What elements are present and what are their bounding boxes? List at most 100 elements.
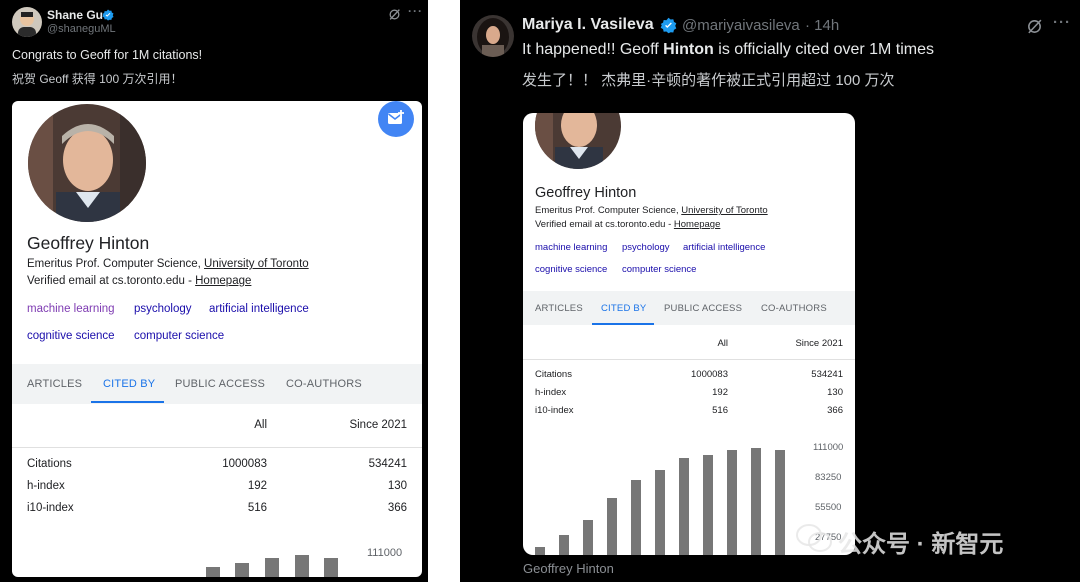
chart-bar <box>206 567 220 577</box>
topic-machine-learning[interactable]: machine learning <box>27 303 115 315</box>
row-h-index-all: 192 <box>712 387 728 398</box>
chart-bar <box>775 450 785 555</box>
more-options-icon[interactable]: ··· <box>408 4 423 18</box>
active-tab-indicator <box>91 401 164 403</box>
verified-email: Verified email at cs.toronto.edu - Homep… <box>535 219 720 230</box>
table-divider <box>12 447 422 448</box>
homepage-link[interactable]: Homepage <box>674 219 720 230</box>
chart-bar <box>607 498 617 555</box>
row-label-citations: Citations <box>27 458 72 470</box>
topic-machine-learning[interactable]: machine learning <box>535 242 607 253</box>
tab-cited-by[interactable]: CITED BY <box>601 303 646 314</box>
more-options-icon[interactable]: ··· <box>1053 14 1071 31</box>
row-h-index-all: 192 <box>247 480 267 492</box>
author-handle[interactable]: @mariyaivasileva <box>682 17 800 34</box>
chart-bar <box>324 558 338 577</box>
author-avatar[interactable] <box>12 7 42 37</box>
email-text: Verified email at cs.toronto.edu - <box>27 275 196 287</box>
tab-cited-by[interactable]: CITED BY <box>103 378 155 390</box>
watermark: 公众号 · 新智元 <box>838 531 1004 558</box>
tab-public-access[interactable]: PUBLIC ACCESS <box>664 303 742 314</box>
row-i10-index-since: 366 <box>387 502 407 514</box>
affiliation: Emeritus Prof. Computer Science, Univers… <box>27 258 309 270</box>
chart-bar <box>631 480 641 555</box>
topic-computer-science[interactable]: computer science <box>622 264 696 275</box>
screenshot-collage: Shane Gu @shaneguML ··· Congrats to Geof… <box>0 0 1080 582</box>
row-label-h-index: h-index <box>27 480 65 492</box>
row-label-h-index: h-index <box>535 387 567 398</box>
tweet-shane-gu[interactable]: Shane Gu @shaneguML ··· Congrats to Geof… <box>0 0 428 582</box>
chart-axis-label: 83250 <box>815 472 842 483</box>
col-header-all: All <box>254 419 267 431</box>
scholar-name: Geoffrey Hinton <box>27 233 150 253</box>
tab-articles[interactable]: ARTICLES <box>27 378 82 390</box>
row-h-index-since: 130 <box>827 387 843 398</box>
chart-bar <box>535 547 545 555</box>
image-caption: Geoffrey Hinton <box>523 561 614 576</box>
row-i10-index-since: 366 <box>827 405 843 416</box>
row-i10-index-all: 516 <box>712 405 728 416</box>
chart-bar <box>751 448 761 555</box>
active-tab-indicator <box>592 323 654 325</box>
tweet-text-bold: Hinton <box>663 41 714 58</box>
tweet-text-en: It happened!! Geoff Hinton is officially… <box>522 41 934 59</box>
profile-tabs: ARTICLES CITED BY PUBLIC ACCESS CO-AUTHO… <box>12 364 422 404</box>
chart-bar <box>727 450 737 555</box>
follow-email-button[interactable] <box>378 101 414 137</box>
chart-bar <box>265 558 279 577</box>
homepage-link[interactable]: Homepage <box>195 275 251 287</box>
chart-bar <box>559 535 569 555</box>
tweet-text-zh: 祝贺 Geoff 获得 100 万次引用！ <box>12 72 183 86</box>
verified-badge-icon <box>102 9 114 21</box>
tab-public-access[interactable]: PUBLIC ACCESS <box>175 378 265 390</box>
profile-tabs: ARTICLES CITED BY PUBLIC ACCESS CO-AUTHO… <box>523 291 855 325</box>
affiliation-text: Emeritus Prof. Computer Science, <box>535 205 682 216</box>
chart-bar <box>679 458 689 555</box>
tweet-mariya-vasileva[interactable]: Mariya I. Vasileva @mariyaivasileva · 14… <box>460 0 1080 582</box>
topic-artificial-intelligence[interactable]: artificial intelligence <box>209 303 309 315</box>
chart-bar <box>703 455 713 555</box>
row-label-citations: Citations <box>535 369 572 380</box>
tweet-text-zh: 发生了！！ 杰弗里·辛顿的著作被正式引用超过 100 万次 <box>522 72 895 89</box>
affiliation-link[interactable]: University of Toronto <box>204 258 309 270</box>
profile-photo <box>28 104 146 222</box>
author-handle[interactable]: @shaneguML <box>47 23 116 35</box>
tweet-text-part: is officially cited over 1M times <box>713 41 935 58</box>
chart-axis-label: 55500 <box>815 502 842 513</box>
row-citations-since: 534241 <box>811 369 843 380</box>
chart-bar <box>295 555 309 577</box>
affiliation-text: Emeritus Prof. Computer Science, <box>27 258 205 270</box>
chart-bar <box>655 470 665 555</box>
post-time[interactable]: · 14h <box>805 17 839 34</box>
grok-icon[interactable] <box>388 8 401 26</box>
scholar-name: Geoffrey Hinton <box>535 185 637 201</box>
author-name[interactable]: Mariya I. Vasileva <box>522 16 654 34</box>
tab-articles[interactable]: ARTICLES <box>535 303 583 314</box>
affiliation-link[interactable]: University of Toronto <box>681 205 767 216</box>
author-name[interactable]: Shane Gu <box>47 8 103 22</box>
tab-co-authors[interactable]: CO-AUTHORS <box>286 378 362 390</box>
row-label-i10-index: i10-index <box>27 502 74 514</box>
profile-photo <box>535 113 621 169</box>
row-i10-index-all: 516 <box>247 502 267 514</box>
scholar-profile-card[interactable]: Geoffrey Hinton Emeritus Prof. Computer … <box>12 101 422 577</box>
chart-axis-label: 111000 <box>367 547 403 559</box>
topic-cognitive-science[interactable]: cognitive science <box>27 330 115 342</box>
table-divider <box>523 359 855 360</box>
topic-psychology[interactable]: psychology <box>134 303 192 315</box>
topic-artificial-intelligence[interactable]: artificial intelligence <box>683 242 765 253</box>
topic-computer-science[interactable]: computer science <box>134 330 224 342</box>
tweet-text-part: It happened!! Geoff <box>522 41 664 58</box>
affiliation: Emeritus Prof. Computer Science, Univers… <box>535 205 768 216</box>
verified-badge-icon <box>660 17 677 34</box>
author-avatar[interactable] <box>472 15 514 57</box>
col-header-all: All <box>717 338 728 349</box>
scholar-profile-card[interactable]: Geoffrey Hinton Emeritus Prof. Computer … <box>523 113 855 555</box>
row-citations-all: 1000083 <box>222 458 267 470</box>
chart-axis-label: 111000 <box>813 442 844 453</box>
tab-co-authors[interactable]: CO-AUTHORS <box>761 303 827 314</box>
grok-icon[interactable] <box>1026 18 1043 40</box>
topic-cognitive-science[interactable]: cognitive science <box>535 264 607 275</box>
row-citations-all: 1000083 <box>691 369 728 380</box>
topic-psychology[interactable]: psychology <box>622 242 670 253</box>
